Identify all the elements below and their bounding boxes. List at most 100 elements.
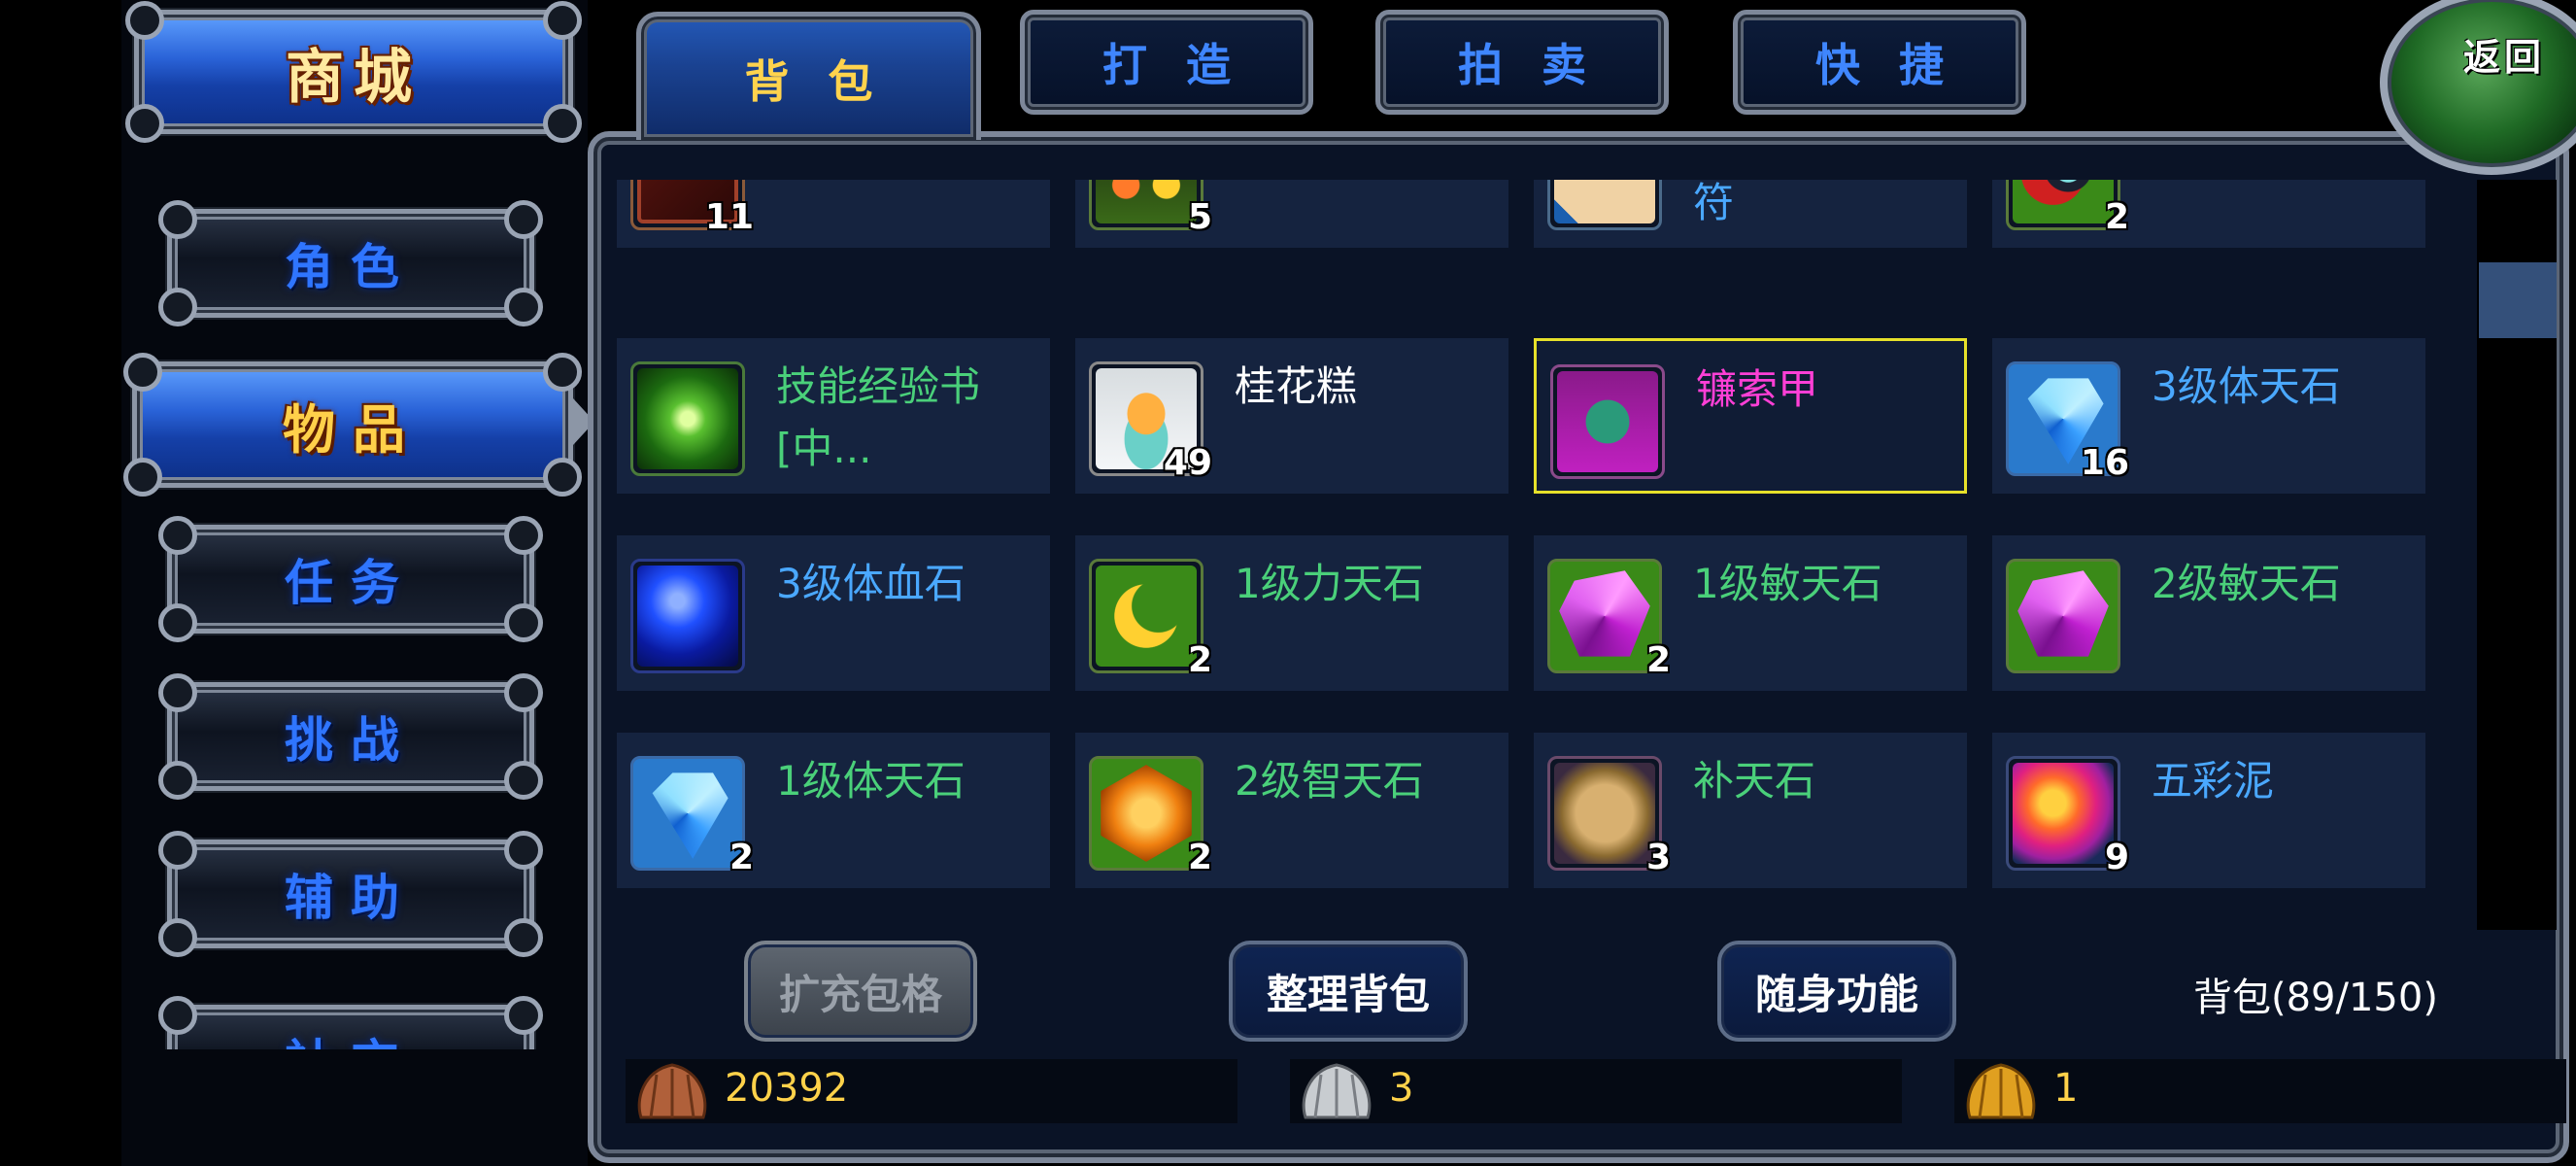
item-name: 1级体天石 (776, 757, 966, 805)
currency-silver: 3 (1290, 1059, 1902, 1123)
blue-gem-icon: 2 (630, 756, 754, 877)
item-slot[interactable]: 2级敏天石 (1992, 535, 2425, 691)
skill-book-icon (630, 361, 745, 476)
item-name: 五彩泥 (2152, 757, 2275, 805)
gold-shell-icon (1966, 1063, 2036, 1119)
orange-gem-icon: 2 (1089, 756, 1212, 877)
sidebar-item-label: 社交 (285, 1024, 417, 1049)
item-slot[interactable]: 2 1级敏天石 (1534, 535, 1967, 691)
sidebar-item-items[interactable]: 物品 (123, 353, 582, 497)
currency-gold-value: 1 (2053, 1066, 2079, 1111)
currency-silver-value: 3 (1389, 1066, 1414, 1111)
item-slot[interactable]: 镰索甲 (1534, 338, 1967, 494)
item-slot[interactable]: 3级体血石 (617, 535, 1050, 691)
item-slot[interactable]: 2 2级智天石 (1075, 733, 1508, 888)
armor-icon (1550, 364, 1665, 479)
sidebar-clip: 社交 (155, 991, 544, 1049)
tab-bag[interactable]: 背包 (636, 12, 981, 140)
sidebar-item-social[interactable]: 社交 (158, 996, 543, 1049)
tab-label: 背包 (744, 54, 912, 108)
sidebar-item-label: 挑战 (285, 711, 417, 769)
item-icon-art (637, 368, 738, 469)
item-icon-art (1557, 371, 1658, 472)
item-icon-art (1096, 566, 1197, 667)
copper-shell-icon (637, 1063, 707, 1119)
herb-icon: 5 (1089, 180, 1212, 237)
item-count: 3 (1645, 838, 1671, 877)
item-count: 49 (1163, 443, 1212, 483)
sort-bag-label: 整理背包 (1266, 970, 1430, 1018)
shop-button[interactable]: 商城 (125, 1, 582, 143)
currency-gold: 1 (1954, 1059, 2566, 1123)
item-icon-art (2013, 763, 2114, 864)
item-icon-art (1101, 765, 1192, 862)
cake-icon: 49 (1089, 361, 1212, 483)
item-count: 2 (1645, 640, 1671, 680)
item-name: 3级体天石 (2152, 362, 2341, 410)
portable-functions-button[interactable]: 随身功能 (1717, 941, 1956, 1042)
sidebar-item-quest[interactable]: 任务 (158, 516, 543, 642)
item-name: 金身技能兑换符 (1693, 180, 1735, 226)
item-name: 1级力天石 (1235, 560, 1424, 607)
moon-icon: 2 (1089, 559, 1212, 680)
item-slot[interactable]: 16 3级体天石 (1992, 338, 2425, 494)
sidebar-item-label: 任务 (285, 554, 417, 611)
item-icon-art (2013, 180, 2114, 223)
tab-craft[interactable]: 打造 (1020, 10, 1313, 115)
sidebar-item-role[interactable]: 角色 (158, 200, 543, 326)
sidebar-item-label: 物品 (283, 397, 423, 461)
item-slot[interactable]: 49 桂花糕 (1075, 338, 1508, 494)
tab-label: 打造 (1102, 39, 1270, 91)
item-name: 镰索甲 (1696, 365, 1819, 413)
pill-icon: 2 (2006, 180, 2129, 237)
item-count: 9 (2104, 838, 2129, 877)
item-name: 3级体血石 (776, 560, 966, 607)
item-name: 补天石 (1693, 757, 1816, 805)
item-icon-art (637, 566, 738, 667)
sidebar-item-challenge[interactable]: 挑战 (158, 673, 543, 800)
tab-shortcut[interactable]: 快捷 (1733, 10, 2026, 115)
tab-auction[interactable]: 拍卖 (1375, 10, 1669, 115)
item-count: 2 (1187, 838, 1212, 877)
item-slot[interactable]: 技能经验书[中... (617, 338, 1050, 494)
item-icon-art (652, 772, 729, 859)
expand-bag-label: 扩充包格 (778, 970, 942, 1018)
scrollbar-thumb[interactable] (2479, 262, 2557, 338)
item-slot[interactable]: 金身技能兑换符 (1534, 180, 1967, 248)
item-count: 5 (1187, 197, 1212, 237)
sidebar-item-label: 角色 (285, 238, 417, 295)
item-slot[interactable]: 11五行符 (617, 180, 1050, 248)
bag-capacity: 背包(89/150) (2193, 976, 2438, 1020)
item-slot[interactable]: 3 补天石 (1534, 733, 1967, 888)
item-count: 2 (729, 838, 754, 877)
item-slot[interactable]: 2 1级体天石 (617, 733, 1050, 888)
item-name: 2级敏天石 (2152, 560, 2341, 607)
item-icon-art (1559, 570, 1650, 657)
item-count: 2 (2104, 197, 2129, 237)
currency-copper-value: 20392 (725, 1066, 849, 1111)
purple-gem-icon: 2 (1547, 559, 1671, 680)
clay-icon: 9 (2006, 756, 2129, 877)
item-icon-art (1096, 180, 1197, 223)
back-button-label: 返回 (2463, 36, 2546, 79)
sort-bag-button[interactable]: 整理背包 (1229, 941, 1468, 1042)
expand-bag-button[interactable]: 扩充包格 (744, 941, 977, 1042)
item-count: 11 (704, 197, 754, 237)
item-name: 技能经验书[中... (776, 362, 981, 472)
sidebar-item-assist[interactable]: 辅助 (158, 831, 543, 957)
item-name: 2级智天石 (1235, 757, 1424, 805)
item-name: 1级敏天石 (1693, 560, 1882, 607)
item-slot[interactable]: 2 1级力天石 (1075, 535, 1508, 691)
sidebar-item-label: 辅助 (285, 869, 417, 926)
item-slot[interactable]: 2经络丹 (1992, 180, 2425, 248)
item-grid: 11五行符 5先天灵草 金身技能兑换符 2经络丹技能经验书[中... 49 桂花糕 镰索甲 1… (612, 180, 2428, 928)
purple-gem-icon (2006, 559, 2120, 673)
item-icon-art (2017, 570, 2109, 657)
item-slot[interactable]: 5先天灵草 (1075, 180, 1508, 248)
scroll-icon (1547, 180, 1662, 230)
portable-functions-label: 随身功能 (1754, 970, 1918, 1018)
tab-label: 拍卖 (1458, 39, 1625, 91)
item-slot[interactable]: 9 五彩泥 (1992, 733, 2425, 888)
shop-button-label: 商城 (286, 43, 422, 112)
item-name: 桂花糕 (1235, 362, 1358, 410)
